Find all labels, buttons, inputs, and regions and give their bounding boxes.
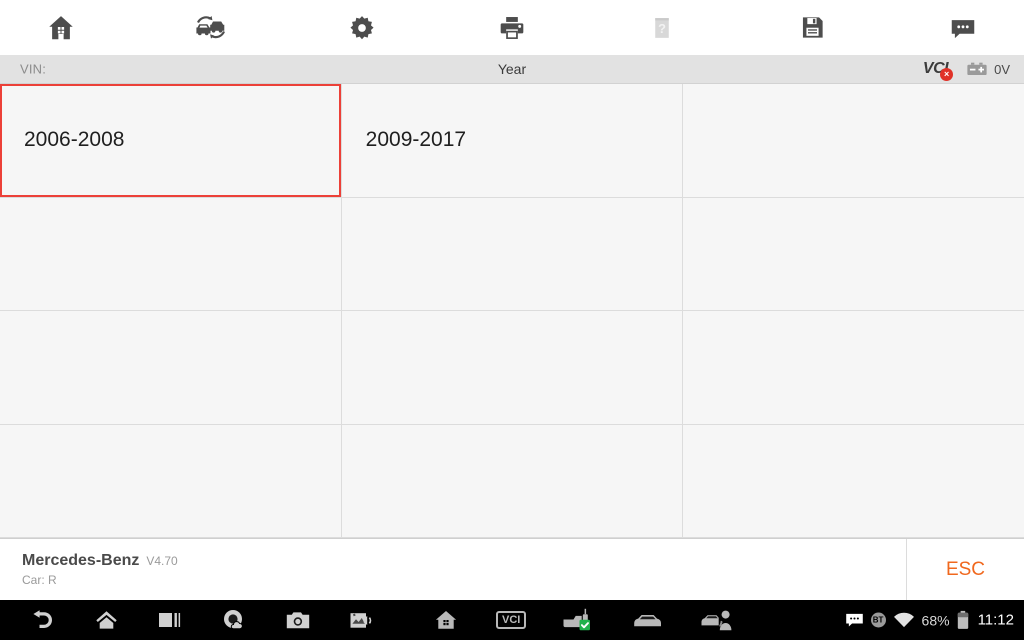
grid-cell-empty — [341, 424, 683, 537]
grid-cell-empty — [683, 424, 1024, 537]
vehicle-swap-icon[interactable] — [188, 7, 234, 49]
camera-icon[interactable] — [284, 607, 312, 633]
grid-cell-year[interactable]: 2006-2008 — [0, 84, 341, 197]
diagnostic-app-window: ? VIN: Year VCI × 0V 2006-2008 2009-2017… — [0, 0, 1024, 640]
year-selection-grid: 2006-2008 2009-2017 — [0, 84, 1024, 538]
vehicle-name: Mercedes-Benz — [22, 552, 140, 569]
wifi-icon[interactable] — [893, 612, 915, 629]
android-nav-bar: VCI BT 68% 11:12 — [0, 600, 1024, 640]
battery-voltage: 0V — [994, 61, 1010, 77]
esc-button[interactable]: ESC — [906, 539, 1024, 600]
vci-connected-icon[interactable] — [562, 607, 596, 633]
grid-cell-year[interactable]: 2009-2017 — [341, 84, 683, 197]
top-toolbar: ? — [0, 0, 1024, 55]
car-icon[interactable] — [632, 607, 664, 633]
grid-cell-empty — [341, 311, 683, 424]
battery-percent: 68% — [921, 612, 950, 628]
back-icon[interactable] — [28, 607, 56, 633]
cloud-capture-icon[interactable] — [220, 607, 248, 633]
grid-cell-empty — [683, 84, 1024, 197]
nav-icon-group: VCI — [0, 607, 734, 633]
battery-icon — [967, 62, 987, 76]
status-indicators: VCI × 0V — [923, 60, 1010, 81]
vci-icon[interactable]: VCI — [496, 607, 527, 633]
system-status-tray: BT 68% 11:12 — [845, 610, 1014, 630]
grid-cell-empty — [341, 197, 683, 310]
vci-nav-label: VCI — [496, 610, 527, 630]
grid-cell-label: 2006-2008 — [24, 128, 125, 152]
home-icon[interactable] — [92, 607, 120, 633]
grid-cell-empty — [0, 424, 341, 537]
svg-text:?: ? — [658, 21, 666, 36]
bluetooth-icon[interactable]: BT — [870, 612, 886, 628]
grid-cell-empty — [683, 311, 1024, 424]
message-icon[interactable] — [845, 612, 864, 628]
gear-icon[interactable] — [339, 7, 385, 49]
message-icon[interactable] — [940, 7, 986, 49]
mute-icon[interactable] — [348, 607, 376, 633]
grid-cell-empty — [0, 197, 341, 310]
app-home-icon[interactable] — [432, 607, 460, 633]
footer-bar: Mercedes-Benz V4.70 Car: R ESC — [0, 538, 1024, 600]
software-version: V4.70 — [146, 554, 178, 568]
system-clock: 11:12 — [977, 611, 1014, 629]
vci-status-badge[interactable]: VCI × — [923, 60, 954, 81]
grid-cell-empty — [0, 311, 341, 424]
info-bar: VIN: Year VCI × 0V — [0, 55, 1024, 84]
help-icon: ? — [639, 7, 685, 49]
battery-status: 0V — [966, 62, 1010, 77]
grid-cell-empty — [683, 197, 1024, 310]
page-title: Year — [497, 61, 527, 77]
recents-icon[interactable] — [156, 607, 184, 633]
battery-icon — [957, 610, 968, 629]
vci-disconnected-icon: × — [940, 68, 954, 81]
mechanic-icon[interactable] — [700, 607, 734, 633]
grid-cell-label: 2009-2017 — [365, 128, 467, 152]
home-icon[interactable] — [38, 7, 84, 49]
vehicle-info: Mercedes-Benz V4.70 Car: R — [0, 539, 906, 600]
car-line: Car: R — [22, 573, 57, 587]
printer-icon[interactable] — [489, 7, 535, 49]
save-icon[interactable] — [790, 7, 836, 49]
